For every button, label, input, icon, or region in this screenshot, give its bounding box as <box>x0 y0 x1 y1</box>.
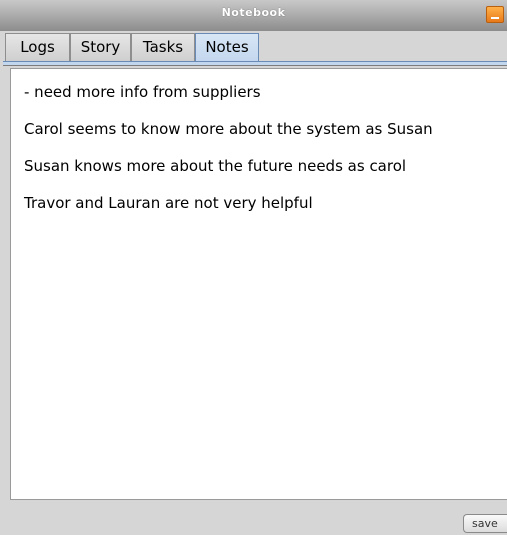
note-line: - need more info from suppliers <box>24 83 261 101</box>
window-title: Notebook <box>221 6 286 19</box>
note-line: Travor and Lauran are not very helpful <box>24 194 313 212</box>
note-line: Carol seems to know more about the syste… <box>24 120 433 138</box>
save-button[interactable]: save <box>463 514 507 533</box>
minimize-button[interactable] <box>486 6 504 23</box>
title-bar[interactable]: Notebook <box>0 0 507 32</box>
tab-strip: Logs Story Tasks Notes <box>0 31 507 63</box>
bottom-bar: save <box>0 500 507 535</box>
tab-logs[interactable]: Logs <box>5 33 70 61</box>
notes-text-area[interactable]: - need more info from suppliers Carol se… <box>10 68 507 500</box>
notebook-window: Notebook Logs Story Tasks Notes - need m… <box>0 0 507 535</box>
tab-notes[interactable]: Notes <box>195 33 259 63</box>
tab-underline <box>3 61 507 66</box>
tab-story[interactable]: Story <box>70 33 131 61</box>
tab-tasks[interactable]: Tasks <box>131 33 195 61</box>
note-line: Susan knows more about the future needs … <box>24 157 407 175</box>
minimize-icon <box>491 17 499 19</box>
